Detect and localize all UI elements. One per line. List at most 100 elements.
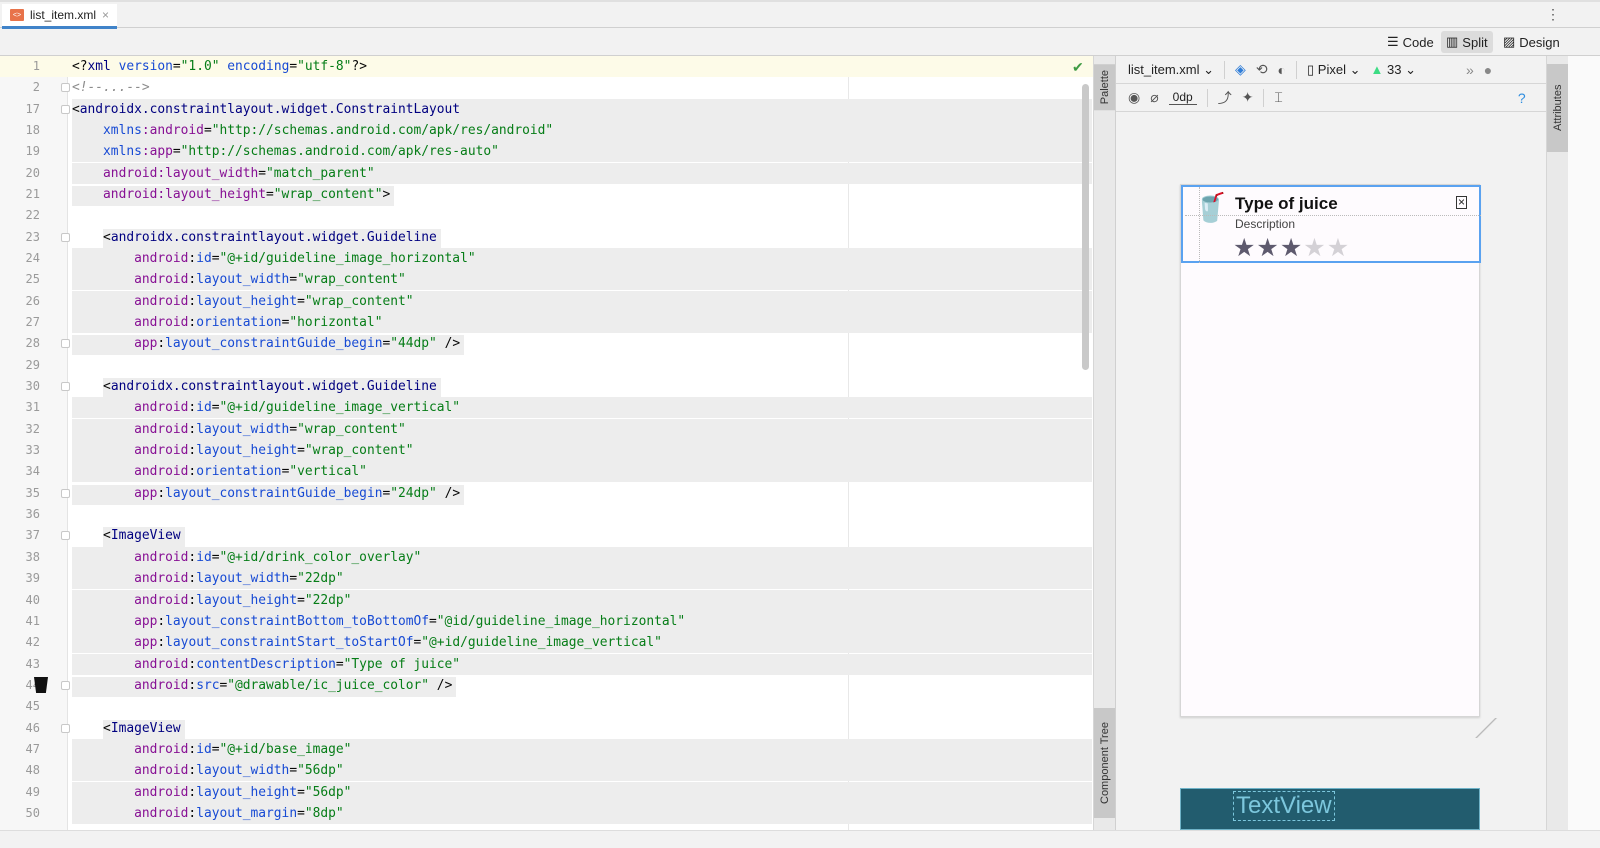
juice-color-gutter-icon[interactable] [34, 677, 48, 693]
image-icon: ▨ [1503, 34, 1516, 49]
design-mode-button[interactable]: ▨ Design [1498, 31, 1565, 53]
more-options-icon[interactable]: ⋮ [1546, 6, 1560, 23]
code-line[interactable]: 36 [0, 504, 1093, 525]
code-line[interactable]: 44 android:src="@drawable/ic_juice_color… [0, 675, 1093, 697]
close-icon[interactable]: × [102, 8, 109, 22]
divider [1296, 60, 1298, 79]
line-number: 30 [25, 379, 40, 394]
list-item-preview[interactable]: 🥤 Type of juice Description ★★★★★ × [1181, 185, 1481, 263]
code-line[interactable]: 28 app:layout_constraintGuide_begin="44d… [0, 333, 1093, 356]
preview-title[interactable]: Type of juice [1235, 194, 1338, 214]
code-text: <ImageView [72, 719, 185, 740]
code-line[interactable]: 43 android:contentDescription="Type of j… [0, 653, 1093, 675]
fold-marker-icon[interactable] [61, 531, 70, 541]
palette-tab[interactable]: Palette [1094, 64, 1116, 111]
star-filled-icon[interactable]: ★ [1256, 234, 1279, 262]
fold-marker-icon[interactable] [61, 83, 70, 93]
night-mode-icon[interactable]: ◐ [1278, 62, 1286, 78]
code-line[interactable]: 39 android:layout_width="22dp" [0, 568, 1093, 590]
warning-icon[interactable]: ● [1484, 62, 1492, 78]
code-token: androidx.constraintlayout.widget.Constra… [79, 101, 461, 117]
star-empty-icon[interactable]: ★ [1303, 234, 1326, 262]
code-line[interactable]: 50 android:layout_margin="8dp" [0, 802, 1093, 824]
preview-description[interactable]: Description [1235, 217, 1295, 231]
code-token: "56dp" [304, 784, 352, 800]
layers-icon[interactable]: ◈ [1235, 61, 1246, 78]
eye-icon[interactable]: ◉ [1128, 89, 1140, 106]
attributes-tab[interactable]: Attributes [1547, 64, 1569, 152]
code-line[interactable]: 34 android:orientation="vertical" [0, 461, 1093, 483]
star-filled-icon[interactable]: ★ [1280, 234, 1303, 262]
code-line[interactable]: 1 <?xml version="1.0" encoding="utf-8"?> [0, 56, 1093, 77]
code-line[interactable]: 2 <!--...--> [0, 77, 1093, 98]
code-line[interactable]: 41 app:layout_constraintBottom_toBottomO… [0, 610, 1093, 632]
code-line[interactable]: 33 android:layout_height="wrap_content" [0, 440, 1093, 462]
code-line[interactable]: 30 <androidx.constraintlayout.widget.Gui… [0, 376, 1093, 399]
code-line[interactable]: 47 android:id="@+id/base_image" [0, 738, 1093, 760]
component-tree-tab[interactable]: Component Tree [1094, 708, 1116, 818]
default-margin-button[interactable]: 0dp [1168, 90, 1197, 105]
code-line[interactable]: 27 android:orientation="horizontal" [0, 312, 1093, 334]
fold-marker-icon[interactable] [61, 104, 70, 114]
resize-handle[interactable] [1475, 718, 1499, 738]
code-line[interactable]: 20 android:layout_width="match_parent" [0, 162, 1093, 184]
fold-marker-icon[interactable] [61, 723, 70, 733]
code-line[interactable]: 19 xmlns:app="http://schemas.android.com… [0, 141, 1093, 163]
layout-preview[interactable]: 🥤 Type of juice Description ★★★★★ × [1180, 184, 1481, 717]
code-line[interactable]: 38 android:id="@+id/drink_color_overlay" [0, 546, 1093, 568]
code-line[interactable]: 17 <androidx.constraintlayout.widget.Cons… [0, 98, 1093, 120]
tab-list-item-xml[interactable]: <> list_item.xml × [2, 4, 117, 29]
layout-file-dropdown[interactable]: list_item.xml ⌄ [1128, 62, 1214, 78]
code-mode-button[interactable]: ☰ Code [1382, 31, 1439, 53]
code-line[interactable]: 46 <ImageView [0, 718, 1093, 740]
rating-bar[interactable]: ★★★★★ [1233, 235, 1350, 261]
code-line[interactable]: 22 [0, 205, 1093, 226]
fold-marker-icon[interactable] [61, 339, 70, 349]
code-token: = [258, 165, 267, 181]
fold-marker-icon[interactable] [61, 488, 70, 498]
code-line[interactable]: 45 [0, 696, 1093, 717]
split-mode-button[interactable]: ▥ Split [1441, 31, 1493, 53]
code-line[interactable]: 32 android:layout_width="wrap_content" [0, 418, 1093, 440]
delete-icon[interactable]: × [1456, 196, 1467, 209]
code-line[interactable]: 26 android:layout_height="wrap_content" [0, 290, 1093, 312]
code-line[interactable]: 21 android:layout_height="wrap_content"> [0, 184, 1093, 207]
code-line[interactable]: 40 android:layout_height="22dp" [0, 589, 1093, 611]
line-number: 50 [25, 805, 40, 820]
star-empty-icon[interactable]: ★ [1327, 234, 1350, 262]
api-dropdown[interactable]: ▲ 33 ⌄ [1371, 62, 1416, 78]
more-chevron-icon[interactable]: » [1466, 62, 1474, 78]
vertical-scrollbar[interactable] [1082, 84, 1089, 370]
code-editor[interactable]: 1 <?xml version="1.0" encoding="utf-8"?> 2… [0, 56, 1093, 848]
code-line[interactable]: 37 <ImageView [0, 525, 1093, 548]
code-token: "@+id/drink_color_overlay" [219, 549, 422, 565]
code-line[interactable]: 42 app:layout_constraintStart_toStartOf=… [0, 632, 1093, 654]
code-line[interactable]: 24 android:id="@+id/guideline_image_hori… [0, 248, 1093, 270]
code-token: android [134, 421, 189, 437]
code-line[interactable]: 23 <androidx.constraintlayout.widget.Gui… [0, 227, 1093, 249]
fold-marker-icon[interactable] [61, 232, 70, 242]
code-line[interactable]: 29 [0, 355, 1093, 376]
code-line[interactable]: 48 android:layout_width="56dp" [0, 760, 1093, 782]
fold-marker-icon[interactable] [61, 680, 70, 690]
blueprint-preview[interactable]: TextView [1180, 788, 1480, 830]
code-line[interactable]: 35 app:layout_constraintGuide_begin="24d… [0, 483, 1093, 505]
autoconnect-icon[interactable]: ⌀ [1150, 89, 1158, 106]
code-line[interactable]: 18 xmlns:android="http://schemas.android… [0, 120, 1093, 142]
star-filled-icon[interactable]: ★ [1233, 234, 1256, 262]
device-dropdown[interactable]: ▯ Pixel ⌄ [1307, 62, 1360, 78]
code-line[interactable]: 31 android:id="@+id/guideline_image_vert… [0, 397, 1093, 419]
orientation-icon[interactable]: ⟲ [1256, 61, 1268, 78]
code-line[interactable]: 25 android:layout_width="wrap_content" [0, 269, 1093, 291]
code-token: "vertical" [289, 464, 367, 480]
code-line[interactable]: 49 android:layout_height="56dp" [0, 781, 1093, 803]
code-token: android [134, 741, 189, 757]
guidelines-icon[interactable]: ⌶ [1274, 89, 1282, 106]
infer-constraints-icon[interactable]: ✦ [1242, 89, 1254, 106]
fold-marker-icon[interactable] [61, 382, 70, 392]
help-icon[interactable]: ? [1518, 90, 1526, 106]
clear-constraints-icon[interactable]: ⤴ [1218, 88, 1232, 108]
